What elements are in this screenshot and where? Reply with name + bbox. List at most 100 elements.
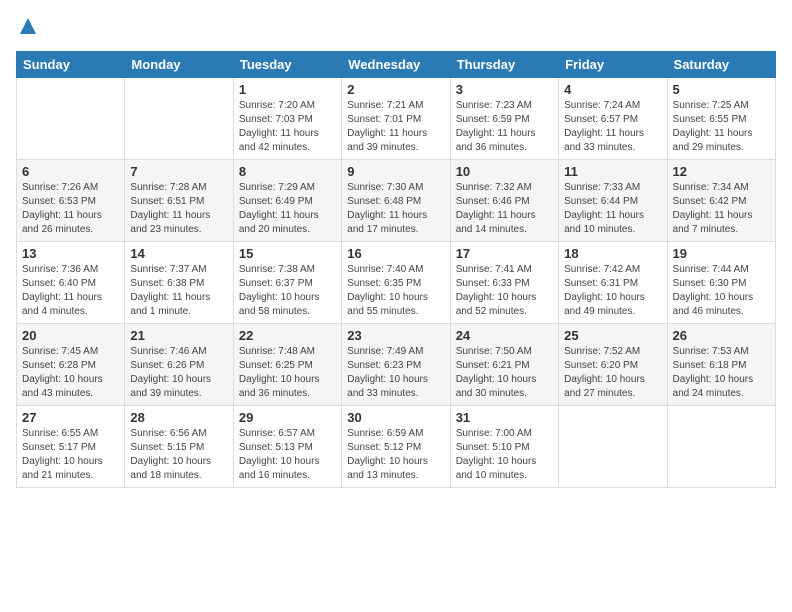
day-info: Sunrise: 7:40 AM Sunset: 6:35 PM Dayligh… [347,263,444,319]
day-info: Sunrise: 7:46 AM Sunset: 6:26 PM Dayligh… [130,345,227,401]
calendar-cell: 5 Sunrise: 7:25 AM Sunset: 6:55 PM Daylig… [667,78,775,160]
calendar-week-2: 6 Sunrise: 7:26 AM Sunset: 6:53 PM Daylig… [17,160,776,242]
calendar-cell: 3 Sunrise: 7:23 AM Sunset: 6:59 PM Daylig… [450,78,558,160]
day-number: 2 [347,82,444,97]
day-number: 16 [347,246,444,261]
day-info: Sunrise: 7:30 AM Sunset: 6:48 PM Dayligh… [347,181,444,237]
day-number: 30 [347,410,444,425]
day-number: 17 [456,246,553,261]
calendar-cell: 15Sunrise: 7:38 AM Sunset: 6:37 PM Dayli… [233,242,341,324]
calendar-week-3: 13 Sunrise: 7:36 AM Sunset: 6:40 PM Dayli… [17,242,776,324]
calendar-cell: 27 Sunrise: 6:55 AM Sunset: 5:17 PM Dayli… [17,406,125,488]
day-info: Sunrise: 7:45 AM Sunset: 6:28 PM Dayligh… [22,345,119,401]
day-info: Sunrise: 7:33 AM Sunset: 6:44 PM Dayligh… [564,181,661,237]
weekday-thursday: Thursday [450,52,558,78]
calendar-cell: 9Sunrise: 7:30 AM Sunset: 6:48 PM Daylig… [342,160,450,242]
calendar-body: 1 Sunrise: 7:20 AM Sunset: 7:03 PM Daylig… [17,78,776,488]
calendar-cell: 29Sunrise: 6:57 AM Sunset: 5:13 PM Dayli… [233,406,341,488]
weekday-header-row: SundayMondayTuesdayWednesdayThursdayFrid… [17,52,776,78]
day-info: Sunrise: 6:56 AM Sunset: 5:15 PM Dayligh… [130,427,227,483]
calendar-cell: 6 Sunrise: 7:26 AM Sunset: 6:53 PM Daylig… [17,160,125,242]
day-info: Sunrise: 7:36 AM Sunset: 6:40 PM Dayligh… [22,263,119,319]
day-info: Sunrise: 7:26 AM Sunset: 6:53 PM Dayligh… [22,181,119,237]
logo-text [16,16,38,41]
day-info: Sunrise: 7:41 AM Sunset: 6:33 PM Dayligh… [456,263,553,319]
calendar-cell: 17 Sunrise: 7:41 AM Sunset: 6:33 PM Dayli… [450,242,558,324]
day-number: 12 [673,164,770,179]
logo [16,16,38,41]
day-number: 1 [239,82,336,97]
weekday-friday: Friday [559,52,667,78]
day-number: 8 [239,164,336,179]
day-number: 19 [673,246,770,261]
calendar-cell: 21 Sunrise: 7:46 AM Sunset: 6:26 PM Dayli… [125,324,233,406]
day-number: 20 [22,328,119,343]
day-number: 21 [130,328,227,343]
calendar-cell: 18 Sunrise: 7:42 AM Sunset: 6:31 PM Dayli… [559,242,667,324]
calendar-cell [559,406,667,488]
day-info: Sunrise: 7:42 AM Sunset: 6:31 PM Dayligh… [564,263,661,319]
calendar-cell: 25Sunrise: 7:52 AM Sunset: 6:20 PM Dayli… [559,324,667,406]
calendar-table: SundayMondayTuesdayWednesdayThursdayFrid… [16,51,776,488]
page-header [16,16,776,41]
day-number: 23 [347,328,444,343]
day-number: 18 [564,246,661,261]
calendar-cell [667,406,775,488]
logo-icon [18,16,38,36]
calendar-week-1: 1 Sunrise: 7:20 AM Sunset: 7:03 PM Daylig… [17,78,776,160]
calendar-cell: 31 Sunrise: 7:00 AM Sunset: 5:10 PM Dayli… [450,406,558,488]
day-info: Sunrise: 7:20 AM Sunset: 7:03 PM Dayligh… [239,99,336,155]
calendar-cell: 26Sunrise: 7:53 AM Sunset: 6:18 PM Dayli… [667,324,775,406]
day-number: 6 [22,164,119,179]
calendar-cell: 20 Sunrise: 7:45 AM Sunset: 6:28 PM Dayli… [17,324,125,406]
day-number: 14 [130,246,227,261]
calendar-cell: 11 Sunrise: 7:33 AM Sunset: 6:44 PM Dayli… [559,160,667,242]
calendar-cell: 4 Sunrise: 7:24 AM Sunset: 6:57 PM Daylig… [559,78,667,160]
day-info: Sunrise: 7:50 AM Sunset: 6:21 PM Dayligh… [456,345,553,401]
weekday-saturday: Saturday [667,52,775,78]
day-number: 31 [456,410,553,425]
day-number: 4 [564,82,661,97]
day-info: Sunrise: 7:34 AM Sunset: 6:42 PM Dayligh… [673,181,770,237]
day-number: 15 [239,246,336,261]
day-number: 11 [564,164,661,179]
day-info: Sunrise: 7:28 AM Sunset: 6:51 PM Dayligh… [130,181,227,237]
day-number: 3 [456,82,553,97]
day-info: Sunrise: 7:25 AM Sunset: 6:55 PM Dayligh… [673,99,770,155]
day-info: Sunrise: 7:00 AM Sunset: 5:10 PM Dayligh… [456,427,553,483]
calendar-cell: 8 Sunrise: 7:29 AM Sunset: 6:49 PM Daylig… [233,160,341,242]
day-number: 25 [564,328,661,343]
calendar-cell: 22Sunrise: 7:48 AM Sunset: 6:25 PM Dayli… [233,324,341,406]
weekday-sunday: Sunday [17,52,125,78]
day-number: 13 [22,246,119,261]
calendar-cell: 10Sunrise: 7:32 AM Sunset: 6:46 PM Dayli… [450,160,558,242]
calendar-cell: 1 Sunrise: 7:20 AM Sunset: 7:03 PM Daylig… [233,78,341,160]
day-number: 29 [239,410,336,425]
day-info: Sunrise: 7:24 AM Sunset: 6:57 PM Dayligh… [564,99,661,155]
calendar-week-5: 27 Sunrise: 6:55 AM Sunset: 5:17 PM Dayli… [17,406,776,488]
calendar-cell: 30 Sunrise: 6:59 AM Sunset: 5:12 PM Dayli… [342,406,450,488]
calendar-cell: 19 Sunrise: 7:44 AM Sunset: 6:30 PM Dayli… [667,242,775,324]
day-number: 7 [130,164,227,179]
day-info: Sunrise: 7:23 AM Sunset: 6:59 PM Dayligh… [456,99,553,155]
day-info: Sunrise: 6:55 AM Sunset: 5:17 PM Dayligh… [22,427,119,483]
calendar-cell: 23 Sunrise: 7:49 AM Sunset: 6:23 PM Dayli… [342,324,450,406]
calendar-cell: 16 Sunrise: 7:40 AM Sunset: 6:35 PM Dayli… [342,242,450,324]
day-number: 5 [673,82,770,97]
weekday-monday: Monday [125,52,233,78]
day-info: Sunrise: 7:44 AM Sunset: 6:30 PM Dayligh… [673,263,770,319]
day-info: Sunrise: 7:49 AM Sunset: 6:23 PM Dayligh… [347,345,444,401]
calendar-cell: 14Sunrise: 7:37 AM Sunset: 6:38 PM Dayli… [125,242,233,324]
day-number: 28 [130,410,227,425]
day-number: 27 [22,410,119,425]
calendar-cell: 13 Sunrise: 7:36 AM Sunset: 6:40 PM Dayli… [17,242,125,324]
calendar-cell [125,78,233,160]
day-info: Sunrise: 7:53 AM Sunset: 6:18 PM Dayligh… [673,345,770,401]
calendar-cell [17,78,125,160]
day-info: Sunrise: 7:21 AM Sunset: 7:01 PM Dayligh… [347,99,444,155]
day-info: Sunrise: 7:29 AM Sunset: 6:49 PM Dayligh… [239,181,336,237]
calendar-cell: 7 Sunrise: 7:28 AM Sunset: 6:51 PM Daylig… [125,160,233,242]
calendar-cell: 2 Sunrise: 7:21 AM Sunset: 7:01 PM Daylig… [342,78,450,160]
day-info: Sunrise: 7:48 AM Sunset: 6:25 PM Dayligh… [239,345,336,401]
day-info: Sunrise: 6:59 AM Sunset: 5:12 PM Dayligh… [347,427,444,483]
